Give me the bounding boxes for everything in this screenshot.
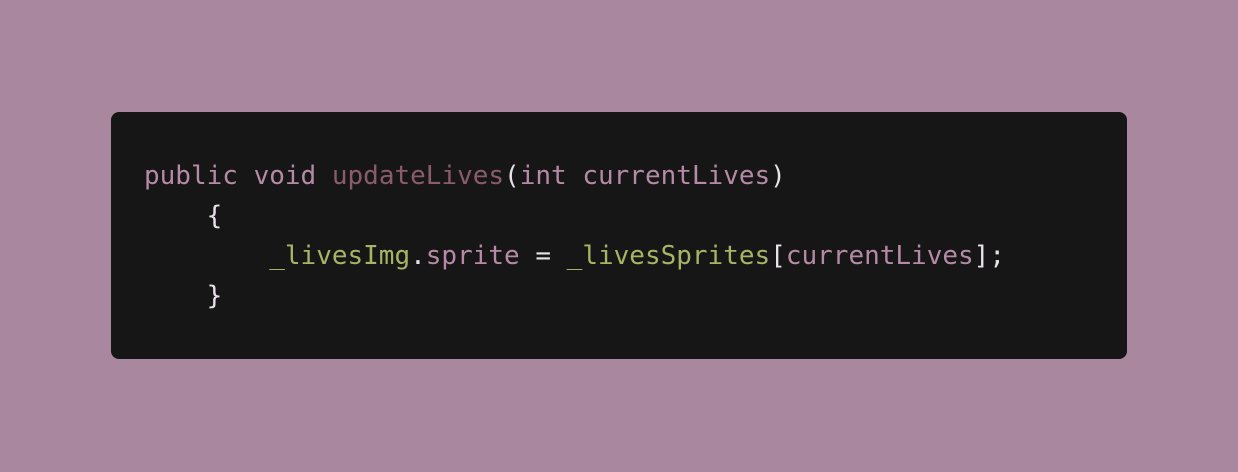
code-token-keyword: int [519, 161, 567, 191]
code-token-method: updateLives [331, 161, 505, 191]
code-token-punctuation: . [410, 241, 426, 271]
code-token-punctuation: ( [504, 161, 520, 191]
code-token-member: currentLives [785, 241, 974, 271]
code-token-keyword: public [144, 161, 238, 191]
code-token-keyword: void [253, 161, 317, 191]
code-token-punctuation: ]; [973, 241, 1005, 271]
code-token-member: sprite [425, 241, 520, 271]
code-token-punctuation: = [519, 241, 567, 271]
code-line: } [144, 276, 1005, 316]
code-token-punctuation: { [206, 201, 223, 231]
code-token-field: _livesSprites [566, 241, 771, 271]
code-token-field: _livesImg [269, 241, 411, 271]
code-line: public void updateLives(int currentLives… [144, 156, 1005, 196]
code-block: public void updateLives(int currentLives… [144, 156, 1005, 316]
code-line: { [144, 196, 1005, 236]
code-line: _livesImg.sprite = _livesSprites[current… [144, 236, 1005, 276]
code-snippet-window: public void updateLives(int currentLives… [111, 112, 1127, 359]
code-token-punctuation: ) [770, 161, 786, 191]
code-token-punctuation: [ [770, 241, 786, 271]
code-token-punctuation: } [206, 281, 223, 311]
code-token-keyword: currentLives [582, 161, 771, 191]
